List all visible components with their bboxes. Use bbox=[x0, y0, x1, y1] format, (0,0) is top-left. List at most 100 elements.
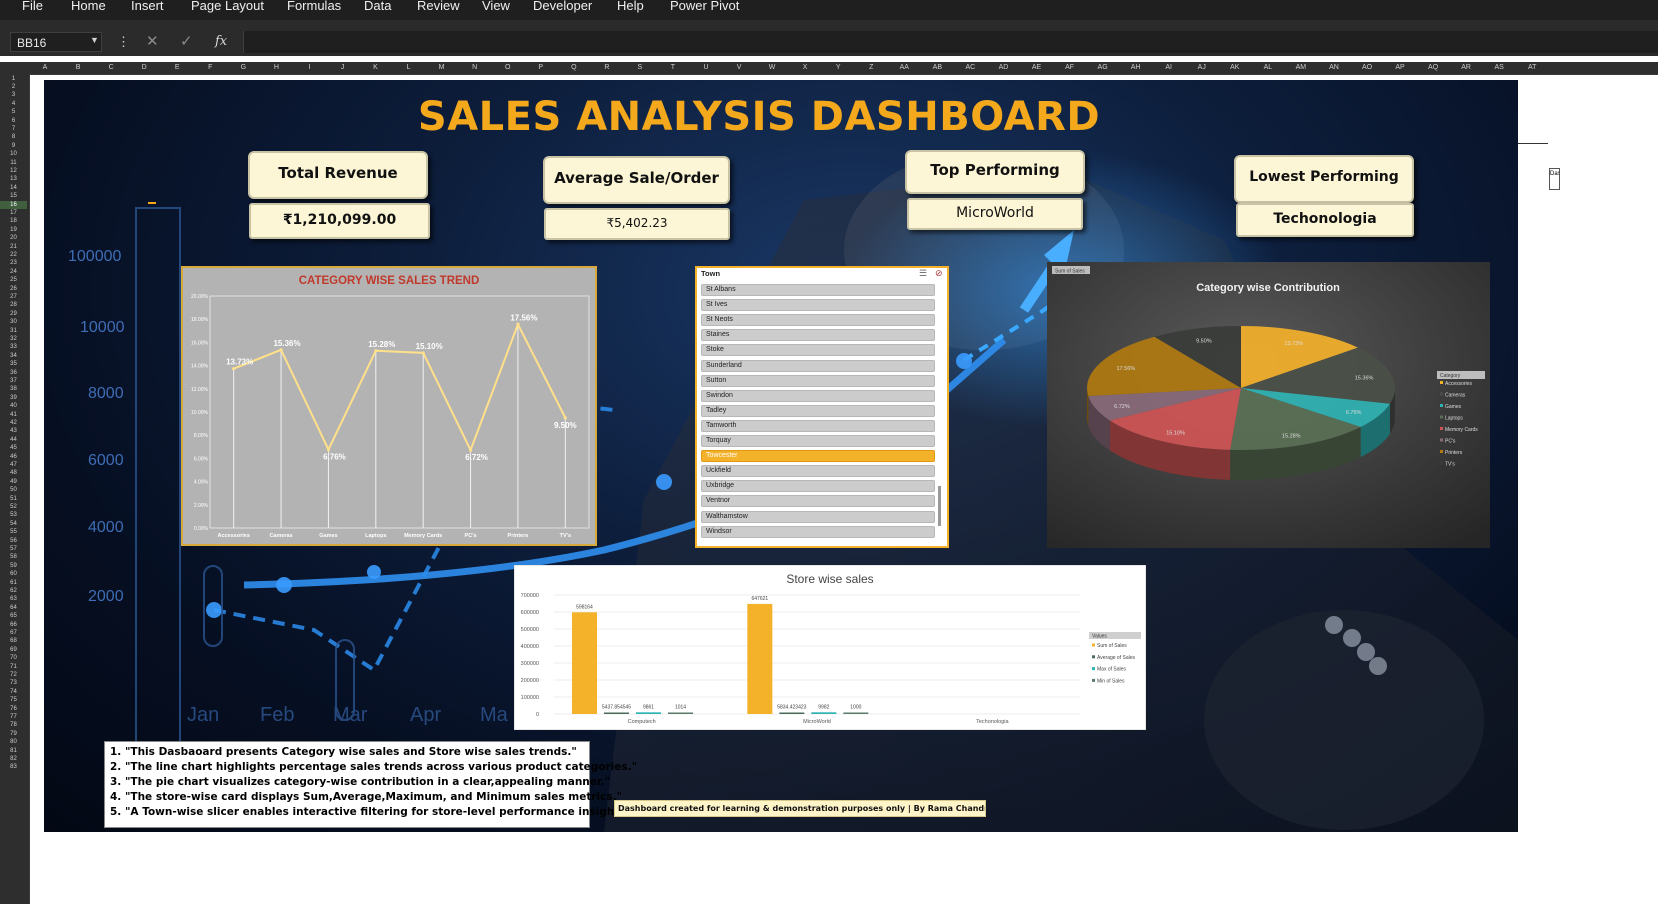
column-label[interactable]: AE bbox=[1025, 62, 1049, 74]
column-label[interactable]: F bbox=[198, 62, 222, 74]
row-label[interactable]: 11 bbox=[0, 159, 27, 167]
function-icon[interactable]: fx bbox=[215, 33, 227, 51]
row-label[interactable]: 1 bbox=[0, 75, 27, 83]
row-label[interactable]: 75 bbox=[0, 696, 27, 704]
multi-select-icon[interactable]: ☰ bbox=[919, 268, 927, 279]
column-label[interactable]: AL bbox=[1256, 62, 1280, 74]
slicer-item[interactable]: Stoke bbox=[701, 344, 935, 357]
category-sales-line-chart[interactable]: CATEGORY WISE SALES TREND 0.00% 2.00% 4.00… bbox=[181, 266, 597, 546]
row-label[interactable]: 57 bbox=[0, 545, 27, 553]
row-label[interactable]: 9 bbox=[0, 142, 27, 150]
row-label[interactable]: 63 bbox=[0, 595, 27, 603]
column-label[interactable]: AR bbox=[1454, 62, 1478, 74]
slicer-item[interactable]: St Albans bbox=[701, 284, 935, 296]
row-label[interactable]: 50 bbox=[0, 486, 27, 494]
row-label[interactable]: 47 bbox=[0, 461, 27, 469]
row-label[interactable]: 70 bbox=[0, 654, 27, 662]
column-label[interactable]: H bbox=[264, 62, 288, 74]
slicer-item[interactable]: Uckfield bbox=[701, 465, 935, 478]
formula-input[interactable] bbox=[243, 31, 1658, 53]
row-label[interactable]: 42 bbox=[0, 419, 27, 427]
slicer-item[interactable]: Ventnor bbox=[701, 495, 935, 508]
slicer-item[interactable]: Sunderland bbox=[701, 359, 935, 372]
column-label[interactable]: D bbox=[132, 62, 156, 74]
row-label[interactable]: 35 bbox=[0, 360, 27, 368]
row-label[interactable]: 19 bbox=[0, 226, 27, 234]
row-label[interactable]: 54 bbox=[0, 520, 27, 528]
slicer-scrollbar[interactable] bbox=[938, 486, 941, 526]
row-label[interactable]: 74 bbox=[0, 688, 27, 696]
column-label[interactable]: C bbox=[99, 62, 123, 74]
check-icon[interactable]: ✓ bbox=[180, 33, 193, 51]
chevron-down-icon[interactable]: ▼ bbox=[90, 35, 99, 45]
column-label[interactable]: AS bbox=[1487, 62, 1511, 74]
column-label[interactable]: P bbox=[529, 62, 553, 74]
row-label[interactable]: 48 bbox=[0, 469, 27, 477]
row-label[interactable]: 71 bbox=[0, 663, 27, 671]
store-sales-bar-chart[interactable]: Store wise sales 0 100000 200000 300000 4000… bbox=[514, 565, 1146, 730]
menu-help[interactable]: Help bbox=[617, 0, 644, 20]
column-label[interactable]: AD bbox=[991, 62, 1015, 74]
menu-view[interactable]: View bbox=[482, 0, 510, 20]
column-label[interactable]: AK bbox=[1223, 62, 1247, 74]
row-label[interactable]: 18 bbox=[0, 217, 27, 225]
row-label[interactable]: 77 bbox=[0, 713, 27, 721]
row-label[interactable]: 34 bbox=[0, 352, 27, 360]
column-label[interactable]: AB bbox=[925, 62, 949, 74]
column-label[interactable]: AI bbox=[1157, 62, 1181, 74]
slicer-item[interactable]: Uxbridge bbox=[701, 480, 935, 493]
slicer-item[interactable]: Torquay bbox=[701, 435, 935, 447]
column-label[interactable]: N bbox=[463, 62, 487, 74]
row-label[interactable]: 20 bbox=[0, 234, 27, 242]
column-label[interactable]: R bbox=[595, 62, 619, 74]
column-label[interactable]: AQ bbox=[1421, 62, 1445, 74]
slicer-item[interactable]: Sutton bbox=[701, 374, 935, 387]
row-label[interactable]: 31 bbox=[0, 327, 27, 335]
row-label[interactable]: 58 bbox=[0, 553, 27, 561]
slicer-item[interactable]: Walthamstow bbox=[701, 510, 935, 523]
row-label[interactable]: 41 bbox=[0, 411, 27, 419]
column-label[interactable]: I bbox=[297, 62, 321, 74]
row-label[interactable]: 61 bbox=[0, 579, 27, 587]
row-label[interactable]: 69 bbox=[0, 646, 27, 654]
menu-developer[interactable]: Developer bbox=[533, 0, 592, 20]
slicer-item[interactable]: Tamworth bbox=[701, 419, 935, 432]
slicer-item[interactable]: Staines bbox=[701, 329, 935, 342]
row-label[interactable]: 28 bbox=[0, 301, 27, 309]
menu-review[interactable]: Review bbox=[417, 0, 460, 20]
column-label[interactable]: AH bbox=[1124, 62, 1148, 74]
row-label[interactable]: 25 bbox=[0, 276, 27, 284]
row-label[interactable]: 2 bbox=[0, 83, 27, 91]
row-label[interactable]: 27 bbox=[0, 293, 27, 301]
column-label[interactable]: X bbox=[793, 62, 817, 74]
column-label[interactable]: AJ bbox=[1190, 62, 1214, 74]
slicer-item[interactable]: St Neots bbox=[701, 314, 935, 327]
row-label[interactable]: 66 bbox=[0, 621, 27, 629]
town-slicer[interactable]: Town ☰ ⊘ St Albans St Ives St Neots Staines… bbox=[695, 266, 949, 548]
row-label[interactable]: 38 bbox=[0, 385, 27, 393]
row-label[interactable]: 79 bbox=[0, 730, 27, 738]
row-label[interactable]: 49 bbox=[0, 478, 27, 486]
row-label[interactable]: 16 bbox=[0, 200, 27, 209]
row-label[interactable]: 22 bbox=[0, 251, 27, 259]
column-label[interactable]: AM bbox=[1289, 62, 1313, 74]
row-label[interactable]: 44 bbox=[0, 436, 27, 444]
row-label[interactable]: 36 bbox=[0, 369, 27, 377]
column-label[interactable]: AP bbox=[1388, 62, 1412, 74]
row-label[interactable]: 15 bbox=[0, 192, 27, 200]
slicer-item[interactable]: St Ives bbox=[701, 299, 935, 312]
row-label[interactable]: 43 bbox=[0, 427, 27, 435]
column-label[interactable]: W bbox=[760, 62, 784, 74]
column-label[interactable]: AO bbox=[1355, 62, 1379, 74]
row-label[interactable]: 24 bbox=[0, 268, 27, 276]
row-label[interactable]: 37 bbox=[0, 377, 27, 385]
column-label[interactable]: Z bbox=[859, 62, 883, 74]
row-label[interactable]: 65 bbox=[0, 612, 27, 620]
row-label[interactable]: 52 bbox=[0, 503, 27, 511]
row-label[interactable]: 68 bbox=[0, 637, 27, 645]
row-label[interactable]: 39 bbox=[0, 394, 27, 402]
sheet-tab[interactable]: Dash bbox=[1549, 168, 1560, 190]
column-label[interactable]: S bbox=[628, 62, 652, 74]
column-label[interactable]: T bbox=[661, 62, 685, 74]
row-label[interactable]: 23 bbox=[0, 259, 27, 267]
